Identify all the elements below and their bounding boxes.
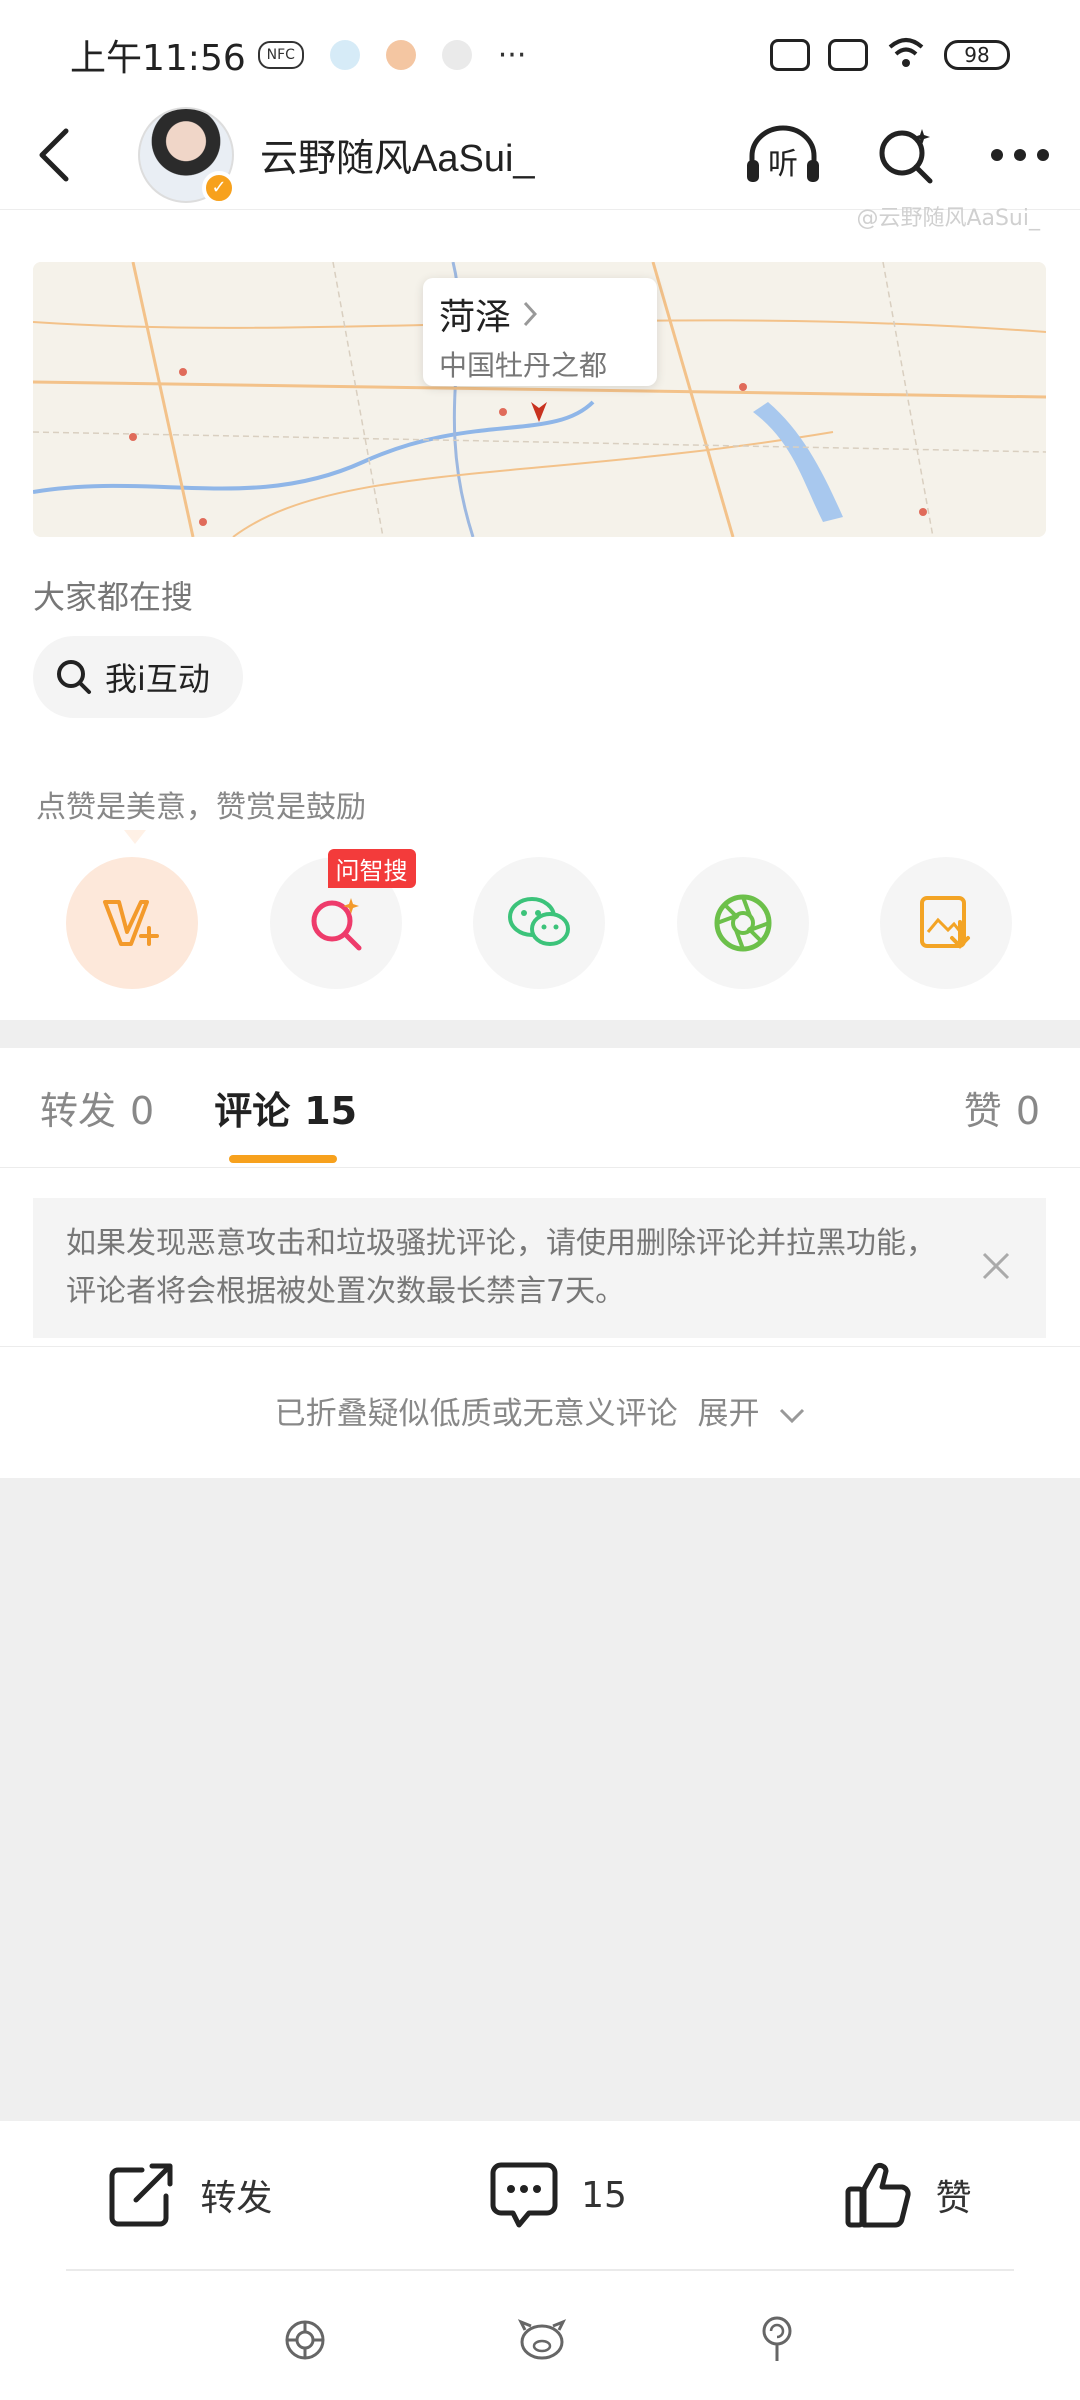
reward-tip-arrow [124, 830, 146, 844]
more-notifications-icon: ··· [497, 37, 527, 73]
more-options-button[interactable] [990, 148, 1050, 162]
nfc-icon: NFC [257, 41, 304, 69]
system-navigation-bar [0, 2290, 1080, 2390]
lifebuoy-nav-icon[interactable] [283, 2318, 327, 2362]
silent-mode-icon [770, 39, 810, 71]
repost-button[interactable]: 转发 [108, 2162, 272, 2228]
status-system-icons: 98 [770, 35, 1010, 75]
bottom-divider [66, 2269, 1014, 2271]
share-arrow-icon [109, 2163, 173, 2227]
post-header: ✓ 云野随风AaSui_ 听 [0, 100, 1080, 210]
share-moments-button[interactable] [676, 857, 809, 989]
folded-comments-toggle[interactable]: 已折叠疑似低质或无意义评论 展开 [0, 1388, 1080, 1433]
tab-comments[interactable]: 评论 15 [214, 1080, 358, 1163]
avatar[interactable]: ✓ [138, 106, 236, 205]
lollipop-nav-icon[interactable] [757, 2315, 797, 2365]
battery-indicator: 98 [944, 40, 1010, 70]
headphones-icon: 听 [747, 125, 819, 182]
repost-label: 转发 [200, 2178, 273, 2219]
ai-search-share-button[interactable]: 问智搜 [269, 849, 416, 989]
app-notification-icon [329, 40, 360, 70]
search-icon [57, 660, 91, 694]
expand-label: 展开 [697, 1396, 760, 1432]
trending-search-text: 我i互动 [105, 660, 210, 698]
ai-search-icon [311, 898, 361, 951]
sparkle-search-icon [879, 128, 933, 183]
image-download-icon [920, 896, 970, 949]
ai-search-badge: 问智搜 [327, 849, 416, 888]
tab-repost-count: 0 [130, 1089, 155, 1133]
like-button[interactable]: 赞 [844, 2161, 972, 2229]
comment-button[interactable]: 15 [489, 2161, 627, 2229]
tab-likes[interactable]: 赞0 [964, 1080, 1040, 1135]
map-location-card[interactable]: 菏泽 中国牡丹之都 [423, 278, 657, 386]
listen-label: 听 [768, 147, 798, 182]
pig-face-nav-icon[interactable] [517, 2318, 567, 2362]
chevron-right-icon [523, 301, 538, 327]
reward-button[interactable] [66, 857, 198, 989]
comments-empty-area [0, 1478, 1080, 2121]
comment-count: 15 [581, 2174, 627, 2216]
close-icon[interactable] [978, 1248, 1014, 1284]
wifi-icon [886, 35, 926, 75]
reward-hint: 点赞是美意，赞赏是鼓励 [36, 790, 366, 825]
divider [0, 1346, 1080, 1347]
more-dots-icon [991, 148, 1049, 161]
username[interactable]: 云野随风AaSui_ [260, 127, 535, 182]
app-notification-icon-2 [385, 40, 416, 70]
interaction-tabs: 转发 0 评论 15 赞0 [0, 1048, 1080, 1168]
tab-likes-count: 0 [1015, 1089, 1040, 1133]
listen-button[interactable]: 听 [744, 124, 822, 186]
moments-aperture-icon [714, 894, 771, 952]
image-watermark: @云野随风AaSui_ [856, 206, 1040, 231]
tab-comments-label: 评论 [214, 1089, 291, 1133]
map-city-name: 菏泽 [439, 297, 512, 338]
wechat-icon [508, 897, 570, 946]
tab-repost[interactable]: 转发 0 [40, 1080, 154, 1135]
map-city-subtitle: 中国牡丹之都 [439, 349, 608, 382]
comment-bubble-icon [490, 2162, 558, 2228]
chevron-left-icon [39, 128, 69, 181]
folded-comments-text: 已折叠疑似低质或无意义评论 [274, 1396, 678, 1432]
comment-notice-banner: 如果发现恶意攻击和垃圾骚扰评论，请使用删除评论并拉黑功能，评论者将会根据被处置次… [33, 1198, 1046, 1338]
tab-comments-count: 15 [304, 1089, 358, 1133]
trending-search-chip[interactable]: 我i互动 [33, 636, 243, 718]
trending-search-label: 大家都在搜 [33, 578, 194, 616]
v-plus-icon [103, 900, 159, 946]
tab-repost-label: 转发 [40, 1089, 117, 1133]
section-separator [0, 1020, 1080, 1048]
map-city: 菏泽 [439, 288, 641, 340]
chevron-down-icon [780, 1408, 805, 1423]
share-action-row: 问智搜 [66, 849, 1012, 989]
vibrate-icon [828, 39, 868, 71]
thumbs-up-icon [845, 2162, 911, 2228]
ai-search-button[interactable] [876, 125, 936, 185]
header-actions: 听 [744, 124, 1050, 186]
comment-notice-text: 如果发现恶意攻击和垃圾骚扰评论，请使用删除评论并拉黑功能，评论者将会根据被处置次… [66, 1226, 936, 1309]
tab-likes-label: 赞 [963, 1089, 1002, 1133]
bottom-action-bar: 转发 15 赞 [0, 2121, 1080, 2269]
status-notification-icons: NFC ··· [257, 37, 527, 73]
share-wechat-button[interactable] [473, 857, 605, 989]
app-notification-icon-3 [441, 40, 472, 70]
back-button[interactable] [30, 128, 78, 181]
like-label: 赞 [935, 2178, 972, 2219]
verified-badge-icon: ✓ [202, 170, 236, 205]
status-time: 上午11:56 [70, 38, 246, 79]
save-image-button[interactable] [880, 857, 1012, 989]
status-bar: 上午11:56 NFC ··· 98 [0, 0, 1080, 110]
